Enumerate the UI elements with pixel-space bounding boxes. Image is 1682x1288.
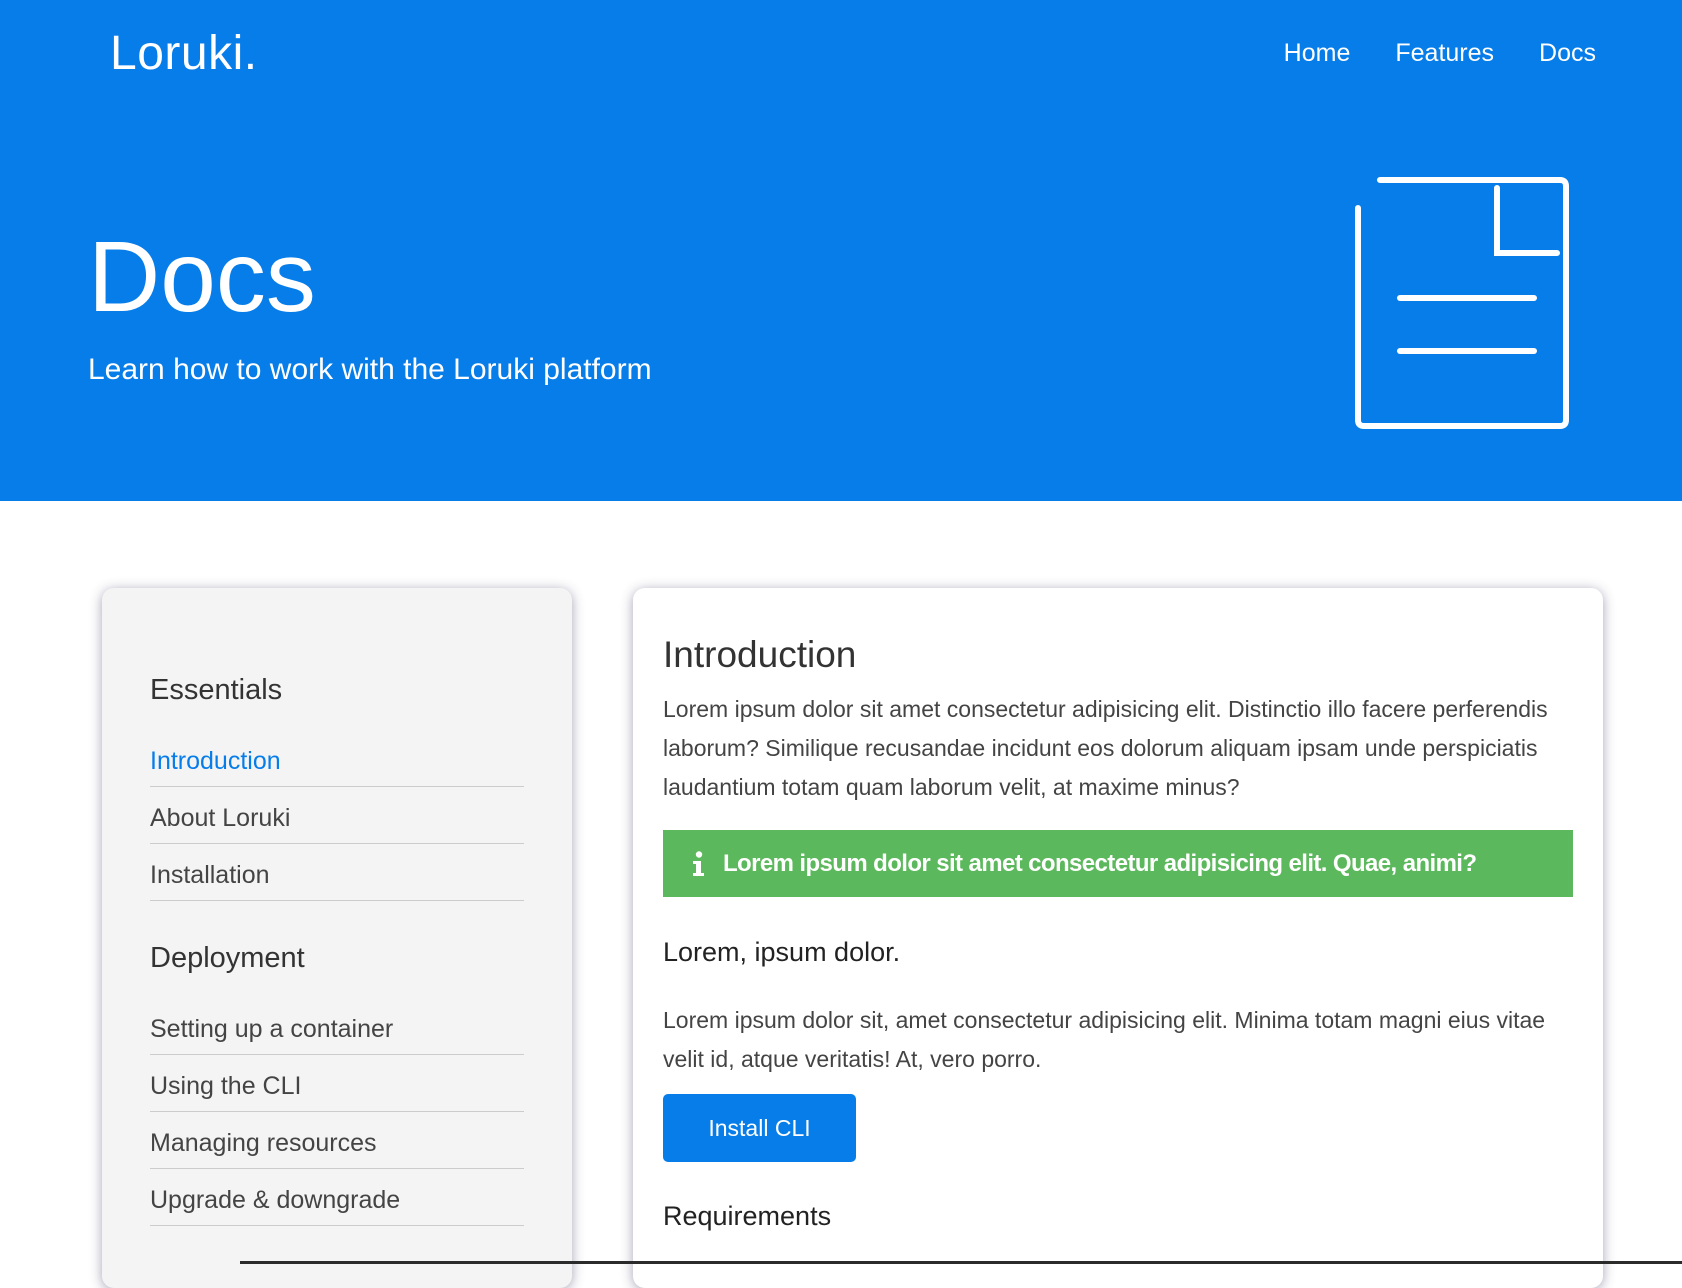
sidebar-item-setting-up-container[interactable]: Setting up a container — [150, 998, 524, 1055]
document-icon — [1355, 177, 1569, 429]
body-paragraph: Lorem ipsum dolor sit, amet consectetur … — [663, 1007, 1546, 1072]
docs-sidebar: Essentials Introduction About Loruki Ins… — [102, 588, 572, 1288]
sidebar-item-about-loruki[interactable]: About Loruki — [150, 787, 524, 844]
intro-paragraph: Lorem ipsum dolor sit amet consectetur a… — [663, 696, 1548, 800]
hero-header: Loruki. Home Features Docs Docs Learn ho… — [0, 0, 1682, 501]
install-cli-button[interactable]: Install CLI — [663, 1094, 856, 1162]
brand-logo[interactable]: Loruki. — [110, 24, 258, 84]
sidebar-item-using-cli[interactable]: Using the CLI — [150, 1055, 524, 1112]
nav-link-docs[interactable]: Docs — [1539, 36, 1596, 70]
alert-text: Lorem ipsum dolor sit amet consectetur a… — [723, 849, 1477, 877]
subheading: Lorem, ipsum dolor. — [663, 937, 901, 967]
sidebar-heading-deployment: Deployment — [150, 942, 305, 974]
section-title: Introduction — [663, 634, 857, 675]
sidebar-list-essentials: Introduction About Loruki Installation — [150, 730, 524, 901]
docs-content-card: Introduction Lorem ipsum dolor sit amet … — [633, 588, 1603, 1288]
sidebar-heading-essentials: Essentials — [150, 674, 283, 706]
info-icon — [693, 850, 704, 876]
sidebar-list-deployment: Setting up a container Using the CLI Man… — [150, 998, 524, 1226]
page-subtitle: Learn how to work with the Loruki platfo… — [88, 353, 652, 386]
top-nav: Home Features Docs — [1284, 36, 1596, 70]
sidebar-item-installation[interactable]: Installation — [150, 844, 524, 901]
sidebar-item-introduction[interactable]: Introduction — [150, 730, 524, 787]
sidebar-item-managing-resources[interactable]: Managing resources — [150, 1112, 524, 1169]
nav-link-home[interactable]: Home — [1284, 36, 1351, 70]
requirements-heading: Requirements — [663, 1201, 832, 1231]
sidebar-item-upgrade-downgrade[interactable]: Upgrade & downgrade — [150, 1169, 524, 1226]
success-alert: Lorem ipsum dolor sit amet consectetur a… — [663, 830, 1573, 897]
nav-link-features[interactable]: Features — [1395, 36, 1494, 70]
page-title: Docs — [88, 221, 316, 333]
